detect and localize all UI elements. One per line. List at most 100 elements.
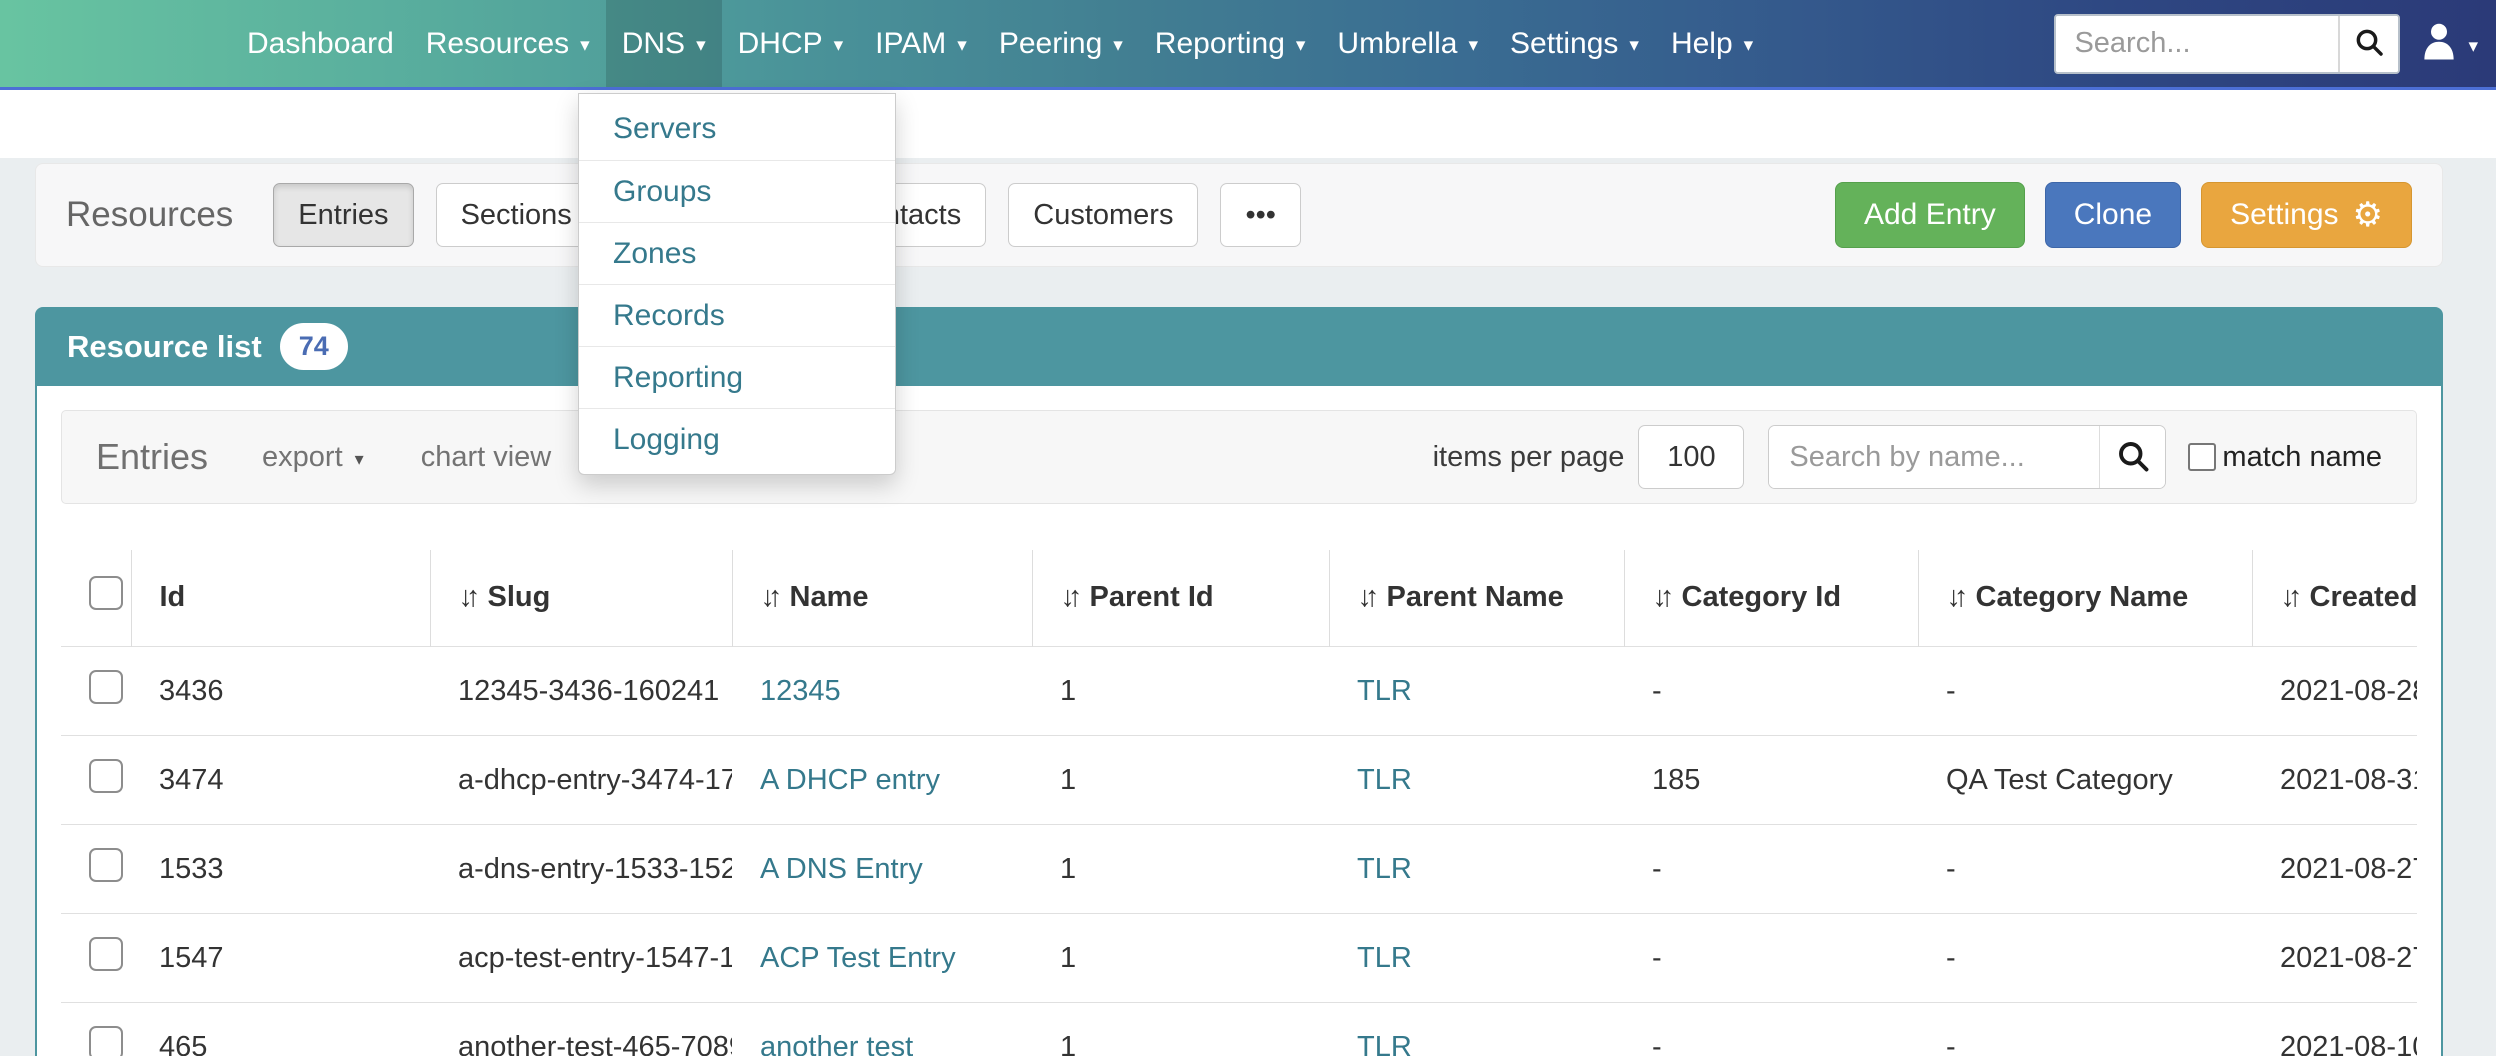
nav-item-label: Resources	[426, 27, 569, 61]
cell-category-name: -	[1918, 825, 2252, 914]
nav-item-label: Umbrella	[1337, 27, 1457, 61]
user-menu[interactable]: ▾	[2420, 21, 2478, 66]
dns-menu-item[interactable]: Logging	[579, 408, 895, 470]
nav-item[interactable]: Dashboard ▾	[231, 0, 410, 87]
dns-menu-item[interactable]: Records	[579, 284, 895, 346]
top-navbar: Dashboard ▾ Resources ▾ DNS ▾ DHCP ▾ IPA…	[0, 0, 2496, 90]
parent-name-link[interactable]: TLR	[1357, 1031, 1412, 1056]
parent-name-link[interactable]: TLR	[1357, 853, 1412, 885]
page-title: Resources	[66, 195, 233, 235]
select-all-header	[61, 550, 131, 647]
chevron-down-icon: ▾	[1296, 34, 1306, 57]
column-header-label: Created	[2310, 581, 2418, 613]
cell-category-id: -	[1624, 825, 1918, 914]
cell-category-id: -	[1624, 914, 1918, 1003]
dns-menu-item-label: Records	[613, 299, 725, 333]
nav-item[interactable]: Resources ▾	[410, 0, 606, 87]
cell-category-id: -	[1624, 1003, 1918, 1056]
resource-tab[interactable]: Sections	[436, 183, 597, 247]
name-search-input[interactable]	[1769, 426, 2099, 488]
match-name-checkbox[interactable]	[2188, 443, 2216, 471]
header-actions: Add Entry Clone Settings ⚙	[1815, 182, 2412, 248]
resource-tab[interactable]: Entries	[273, 183, 413, 247]
global-search-input[interactable]	[2056, 16, 2338, 72]
nav-item[interactable]: Reporting ▾	[1139, 0, 1322, 87]
nav-menu: Dashboard ▾ Resources ▾ DNS ▾ DHCP ▾ IPA…	[231, 0, 1769, 87]
resource-count-badge: 74	[280, 323, 348, 370]
dns-menu-item-label: Reporting	[613, 361, 743, 395]
cell-id: 3474	[131, 736, 430, 825]
match-name-label: match name	[2222, 441, 2382, 474]
dns-menu-item[interactable]: Groups	[579, 160, 895, 222]
parent-name-link[interactable]: TLR	[1357, 764, 1412, 796]
cell-category-name: -	[1918, 647, 2252, 736]
entry-name-link[interactable]: ACP Test Entry	[760, 942, 956, 974]
cell-parent-id: 1	[1032, 736, 1329, 825]
entry-name-link[interactable]: another test	[760, 1031, 913, 1056]
nav-item[interactable]: DHCP ▾	[722, 0, 860, 87]
chart-view-link[interactable]: chart view	[421, 441, 552, 474]
nav-item-label: Peering	[999, 27, 1102, 61]
entry-name-link[interactable]: A DNS Entry	[760, 853, 923, 885]
sort-icon: ↓↑	[1061, 581, 1076, 614]
row-checkbox[interactable]	[89, 670, 123, 704]
nav-item[interactable]: IPAM ▾	[859, 0, 983, 87]
table-row: 1533 a-dns-entry-1533-152... A DNS Entry…	[61, 825, 2417, 914]
gear-icon: ⚙	[2353, 198, 2383, 232]
chevron-down-icon: ▾	[1113, 34, 1123, 57]
chevron-down-icon: ▾	[1744, 34, 1754, 57]
nav-item[interactable]: Umbrella ▾	[1321, 0, 1494, 87]
dns-menu-item-label: Zones	[613, 237, 696, 271]
nav-item[interactable]: Settings ▾	[1494, 0, 1655, 87]
column-header[interactable]: ↓↑Id	[131, 550, 430, 647]
dns-menu-item[interactable]: Zones	[579, 222, 895, 284]
table-row: 3474 a-dhcp-entry-3474-17... A DHCP entr…	[61, 736, 2417, 825]
row-checkbox[interactable]	[89, 937, 123, 971]
row-checkbox[interactable]	[89, 848, 123, 882]
entries-toolbar: Entries export ▾ chart view show filters…	[61, 410, 2417, 504]
column-header-label: Id	[160, 581, 186, 613]
parent-name-link[interactable]: TLR	[1357, 942, 1412, 974]
cell-created: 2021-08-27 01	[2252, 914, 2417, 1003]
items-per-page-input[interactable]	[1638, 425, 1744, 489]
dns-menu-item[interactable]: Servers	[579, 98, 895, 160]
select-all-checkbox[interactable]	[89, 576, 123, 610]
entry-name-link[interactable]: A DHCP entry	[760, 764, 940, 796]
nav-item-label: DHCP	[738, 27, 823, 61]
add-entry-button[interactable]: Add Entry	[1835, 182, 2025, 248]
nav-item[interactable]: Peering ▾	[983, 0, 1139, 87]
nav-item-label: Help	[1671, 27, 1733, 61]
column-header[interactable]: ↓↑Slug	[430, 550, 732, 647]
column-header[interactable]: ↓↑Parent Name	[1329, 550, 1624, 647]
row-checkbox[interactable]	[89, 759, 123, 793]
nav-item[interactable]: Help ▾	[1655, 0, 1769, 87]
nav-item[interactable]: DNS ▾	[606, 0, 722, 87]
resource-tab-label: Entries	[298, 199, 388, 232]
parent-name-link[interactable]: TLR	[1357, 675, 1412, 707]
sort-icon: ↓↑	[2281, 581, 2296, 614]
column-header[interactable]: ↓↑Category Id	[1624, 550, 1918, 647]
cell-id: 1547	[131, 914, 430, 1003]
cell-category-name: -	[1918, 914, 2252, 1003]
resource-list-body: Entries export ▾ chart view show filters…	[35, 386, 2443, 1056]
column-header[interactable]: ↓↑Category Name	[1918, 550, 2252, 647]
entry-name-link[interactable]: 12345	[760, 675, 841, 707]
global-search-button[interactable]	[2338, 16, 2398, 72]
clone-button[interactable]: Clone	[2045, 182, 2181, 248]
name-search-button[interactable]	[2099, 426, 2165, 488]
resource-tab[interactable]: Customers	[1008, 183, 1198, 247]
cell-slug: 12345-3436-160241	[430, 647, 732, 736]
settings-button[interactable]: Settings ⚙	[2201, 182, 2412, 248]
cell-created: 2021-08-27 01	[2252, 825, 2417, 914]
chevron-down-icon: ▾	[355, 449, 364, 470]
row-checkbox[interactable]	[89, 1026, 123, 1056]
column-header[interactable]: ↓↑Parent Id	[1032, 550, 1329, 647]
resource-tab[interactable]: •••	[1220, 183, 1300, 247]
dns-menu-item[interactable]: Reporting	[579, 346, 895, 408]
entries-table: ↓↑Id ↓↑Slug ↓↑Name ↓↑Pa	[61, 550, 2417, 1056]
resource-tab-label: Sections	[461, 199, 572, 232]
column-header[interactable]: ↓↑ Created	[2252, 550, 2417, 647]
cell-created: 2021-08-28 00	[2252, 647, 2417, 736]
column-header[interactable]: ↓↑Name	[732, 550, 1032, 647]
export-dropdown[interactable]: export ▾	[262, 441, 364, 474]
